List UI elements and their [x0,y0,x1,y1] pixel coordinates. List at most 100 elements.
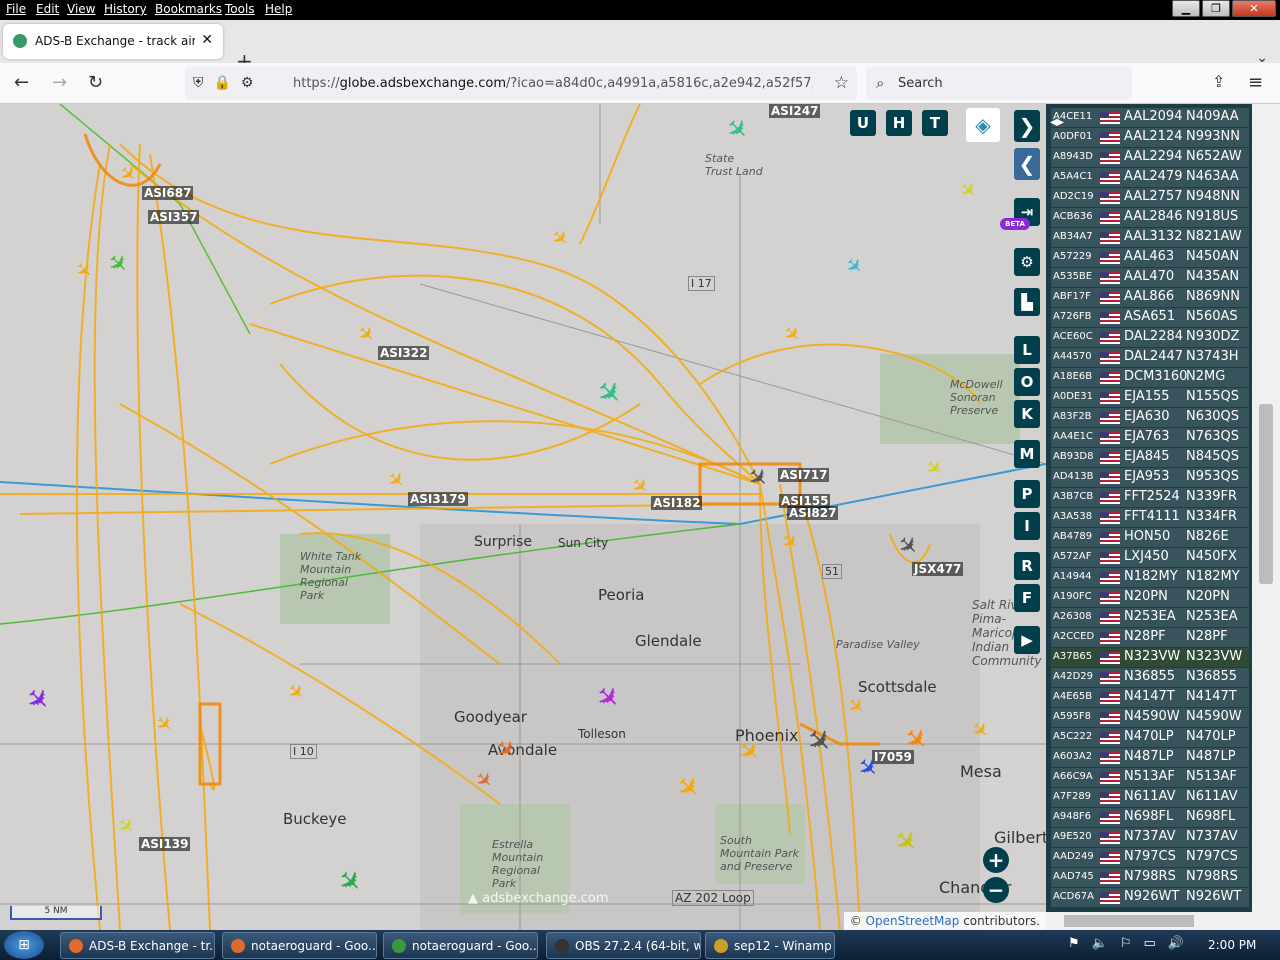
aircraft-list-row[interactable]: A2CCEDN28PFN28PFS [1051,628,1263,647]
aircraft-list-row[interactable]: A726FBASA651N560ASB [1051,308,1264,327]
stats-icon[interactable]: ▙ [1014,288,1040,316]
taskbar-item[interactable]: OBS 27.2.4 (64-bit, wi... [546,932,701,959]
button-r[interactable]: R [1014,552,1040,580]
button-l[interactable]: L [1014,336,1040,364]
bookmark-star-icon[interactable]: ☆ [834,73,849,93]
aircraft-list-row[interactable]: A0DF01AAL2124N993NNB [1051,128,1264,147]
taskbar-item[interactable]: sep12 - Winamp [705,932,835,959]
aircraft-list-row[interactable]: A57229AAL463N450ANA [1051,248,1264,267]
button-k[interactable]: K [1014,400,1040,428]
collapse-left-icon[interactable]: ❮ [1014,148,1040,180]
start-button[interactable]: ⊞ [4,931,44,959]
clock[interactable]: 2:00 PM [1208,938,1256,952]
openstreetmap-link[interactable]: OpenStreetMap [866,914,960,928]
aircraft-list-row[interactable]: A4CE11AAL2094N409AAA [1051,108,1264,127]
url-text[interactable]: https://globe.adsbexchange.com/?icao=a84… [293,76,813,91]
aircraft-list-row[interactable]: ACB636AAL2846N918USA [1051,208,1264,227]
flight-label-asi139[interactable]: ASI139 [139,837,191,851]
flight-label-asi717[interactable]: ASI717 [778,468,830,482]
aircraft-list-row[interactable]: A37B65N323VWN323VWC [1051,648,1264,667]
reload-icon[interactable]: ↻ [88,72,103,93]
back-icon[interactable]: ← [14,72,29,93]
menu-view[interactable]: View [67,2,95,16]
scrollbar-thumb[interactable] [1259,404,1273,584]
horizontal-scrollbar[interactable] [1046,912,1280,930]
aircraft-list-row[interactable]: AD2C19AAL2757N948NNB [1051,188,1264,207]
menu-history[interactable]: History [104,2,147,16]
menu-help[interactable]: Help [265,2,292,16]
button-h[interactable]: H [886,110,912,136]
aircraft-list-row[interactable]: A572AFLXJ450N450FXC [1051,548,1264,567]
aircraft-list-row[interactable]: AB4789HON50N826EH [1051,528,1265,547]
flight-label-asi827[interactable]: ASI827 [787,506,839,520]
button-f[interactable]: F [1014,584,1040,612]
flight-label-jsx477[interactable]: JSX477 [912,562,964,576]
button-m[interactable]: M [1014,440,1040,468]
button-u[interactable]: U [850,110,876,136]
zoom-in-button[interactable]: + [983,847,1009,873]
aircraft-list-row[interactable]: ABF17FAAL866N869NNB [1051,288,1264,307]
menu-edit[interactable]: Edit [36,2,59,16]
aircraft-list-row[interactable]: A44570DAL2447N3743HB [1051,348,1264,367]
button-o[interactable]: O [1014,368,1040,396]
minimize-button[interactable]: ▁ [1172,0,1200,17]
play-icon[interactable]: ▶ [1014,626,1040,654]
share-icon[interactable]: ⇪ [1212,72,1225,91]
aircraft-list-row[interactable]: A26308N253EAN253EAF [1051,608,1262,627]
aircraft-list-row[interactable]: AB34A7AAL3132N821AWA [1051,228,1264,247]
zoom-out-button[interactable]: − [983,877,1009,903]
aircraft-list-row[interactable]: A18E6BDCM3160N2MGG [1051,368,1265,387]
aircraft-list-row[interactable]: A83F2BEJA630N630QSC [1051,408,1264,427]
expand-right-icon[interactable]: ❯ [1014,110,1040,142]
flight-label-asi182[interactable]: ASI182 [651,496,703,510]
close-window-button[interactable]: ✕ [1232,0,1276,17]
aircraft-list-row[interactable]: A3A538FFT4111N334FRA [1051,508,1264,527]
map-view[interactable]: Surprise Sun City Peoria Glendale Goodye… [0,104,1046,930]
aircraft-list-row[interactable]: A4E65BN4147TN4147TP [1051,688,1263,707]
close-tab-icon[interactable]: ✕ [201,32,213,48]
aircraft-list-row[interactable]: AAD745N798RSN798RSC [1051,868,1264,887]
taskbar-item[interactable]: notaeroguard - Goo... [383,932,538,959]
search-bar[interactable]: ⌕ Search [866,67,1132,100]
aircraft-list-row[interactable]: A7F289N611AVN611AVC [1051,788,1264,807]
flight-label-asi687[interactable]: ASI687 [142,186,194,200]
resize-handle-icon[interactable]: ◂▸ [1050,114,1064,130]
button-t[interactable]: T [922,110,948,136]
aircraft-list-row[interactable]: AB93D8EJA845N845QSC [1051,448,1264,467]
aircraft-list-row[interactable]: A14944N182MYN182MYC [1051,568,1264,587]
site-permission-icons[interactable]: ⛨🔒⚙ [193,75,263,91]
forward-icon[interactable]: → [52,72,67,93]
app-menu-icon[interactable]: ≡ [1248,72,1263,93]
flight-label-asi3179[interactable]: ASI3179 [408,492,468,506]
aircraft-list-row[interactable]: ACE60CDAL2284N930DZB [1051,328,1264,347]
aircraft-list-row[interactable]: A0DE31EJA155N155QSC [1051,388,1264,407]
aircraft-list-row[interactable]: A42D29N36855N36855E [1051,668,1263,687]
menu-bookmarks[interactable]: Bookmarks [155,2,222,16]
aircraft-list-row[interactable]: A535BEAAL470N435ANA [1051,268,1264,287]
flight-label-asi322[interactable]: ASI322 [378,346,430,360]
menu-file[interactable]: File [6,2,26,16]
flight-label-asi357[interactable]: ASI357 [148,210,200,224]
aircraft-list-row[interactable]: A190FCN20PNN20PNS [1051,588,1263,607]
maximize-button[interactable]: ❐ [1202,0,1230,17]
tab-adsb[interactable]: ADS-B Exchange - track aircraft ✕ [3,24,223,59]
aircraft-list-row[interactable]: A5A4C1AAL2479N463AAA [1051,168,1264,187]
aircraft-list-row[interactable]: AAD249N797CSN797CSC [1051,848,1264,867]
taskbar-item[interactable]: notaeroguard - Goo... [222,932,377,959]
aircraft-list-row[interactable]: ACD67AN926WTN926WTC [1051,888,1264,907]
button-i[interactable]: I [1014,512,1040,540]
aircraft-list-row[interactable]: A603A2N487LPN487LPP [1051,748,1263,767]
aircraft-list-row[interactable]: A595F8N4590WN4590WA [1051,708,1264,727]
aircraft-list-row[interactable]: AD413BEJA953N953QSC [1051,468,1264,487]
settings-gear-icon[interactable]: ⚙ [1014,248,1040,276]
button-p[interactable]: P [1014,480,1040,508]
horizontal-scrollbar-thumb[interactable] [1064,915,1194,927]
aircraft-list-row[interactable]: A3B7CBFFT2524N339FRA [1051,488,1264,507]
aircraft-list-row[interactable]: A5C222N470LPN470LPP [1051,728,1263,747]
taskbar-item[interactable]: ADS-B Exchange - tr... [60,932,215,959]
aircraft-list-row[interactable]: A948F6N698FLN698FLP [1051,808,1263,827]
aircraft-list-row[interactable]: A9E520N737AVN737AVC [1051,828,1264,847]
list-scrollbar[interactable] [1252,104,1280,930]
layers-icon[interactable]: ◈ [966,108,1000,142]
flight-label-asi247[interactable]: ASI247 [769,104,821,118]
